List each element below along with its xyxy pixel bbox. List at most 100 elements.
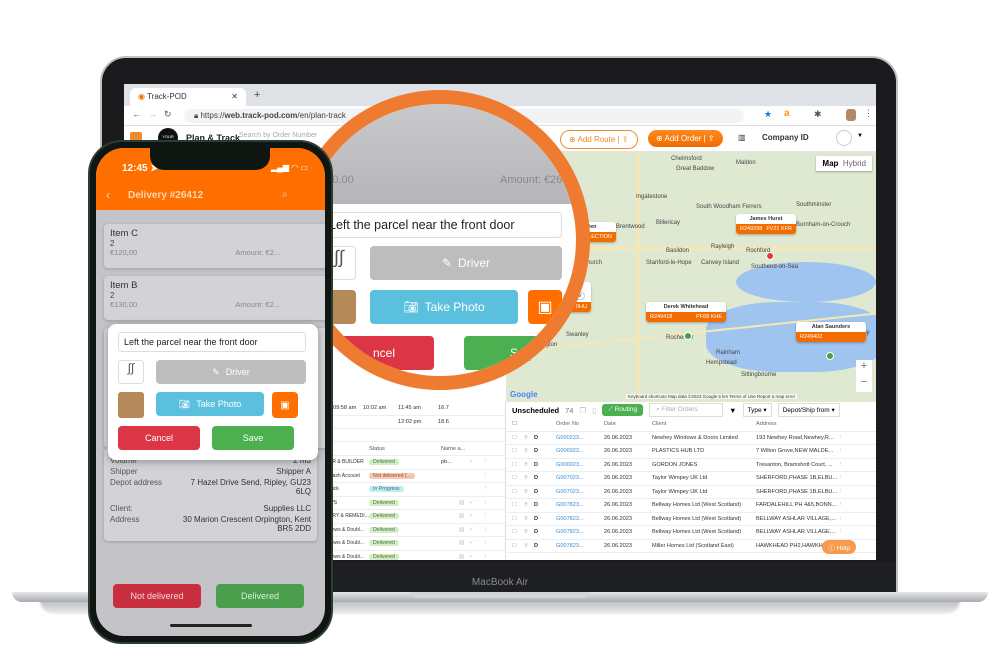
map-type-toggle[interactable]: Map Hybrid — [816, 156, 872, 171]
select-all-checkbox[interactable]: ☐ — [506, 421, 556, 427]
image-icon[interactable]: ▨ — [459, 513, 469, 519]
order-number-link[interactable]: G007823... — [556, 516, 604, 522]
close-tab-icon[interactable]: ✕ — [231, 92, 238, 101]
signature-thumb[interactable]: ∫∫ — [118, 360, 144, 384]
signature-icon[interactable]: ✓ — [469, 540, 483, 546]
copy-icon[interactable]: ❐ — [579, 406, 586, 415]
row-checkbox[interactable]: ☐ — [506, 489, 524, 495]
row-menu-icon[interactable]: ⋮ — [838, 462, 844, 468]
new-tab-button[interactable]: + — [254, 89, 260, 101]
image-icon[interactable]: ▨ — [459, 500, 469, 506]
delivered-button[interactable]: Delivered — [216, 584, 304, 608]
save-button[interactable]: Save — [212, 426, 294, 450]
mag-note-input[interactable]: Left the parcel near the front door — [322, 212, 562, 238]
row-checkbox[interactable]: ☐ — [506, 529, 524, 535]
column-order-no[interactable]: Order No — [556, 421, 604, 427]
map-type-map[interactable]: Map — [822, 159, 838, 168]
drag-handle-icon[interactable]: ⠿ — [524, 475, 534, 481]
image-icon[interactable]: ▨ — [459, 527, 469, 533]
signature-icon[interactable]: ✓ — [469, 554, 483, 560]
table-row[interactable]: WS Delivered ▨ ✓ ⋮ — [329, 497, 505, 510]
row-menu-icon[interactable]: ⋮ — [483, 486, 489, 492]
table-row[interactable]: ER & BUILDER Delivered pb... ✓ ⋮ — [329, 456, 505, 470]
driver-callout[interactable]: James Hurst R249398 FV21 KFR — [736, 214, 796, 234]
drag-handle-icon[interactable]: ⠿ — [524, 462, 534, 468]
table-row[interactable]: dows & Doubl... Delivered ▨ ✓ ⋮ — [329, 537, 505, 551]
back-icon[interactable]: ← — [132, 109, 141, 119]
upload-icon[interactable]: ⇪ — [708, 134, 715, 143]
map-type-hybrid[interactable]: Hybrid — [843, 159, 866, 168]
table-row[interactable]: ☐ ⠿ D G007823... 26.06.2023 Bellway Homes Ltd… — [506, 499, 876, 513]
drag-handle-icon[interactable]: ⠿ — [524, 529, 534, 535]
row-checkbox[interactable]: ☐ — [506, 543, 524, 549]
photo-thumb[interactable] — [118, 392, 144, 418]
table-row[interactable]: dows & Doubl... Delivered ▨ ✓ ⋮ — [329, 524, 505, 537]
signature-icon[interactable]: ✓ — [469, 500, 483, 506]
row-menu-icon[interactable]: ⋮ — [838, 516, 844, 522]
browser-menu-icon[interactable]: ⋮ — [864, 108, 873, 119]
table-row[interactable]: ☐ ⠿ D G007823... 26.06.2023 Bellway Homes Ltd… — [506, 526, 876, 540]
order-number-link[interactable]: G007023... — [556, 475, 604, 481]
cancel-button[interactable]: Cancel — [118, 426, 200, 450]
row-menu-icon[interactable]: ⋮ — [483, 459, 489, 465]
row-menu-icon[interactable]: ⋮ — [838, 489, 844, 495]
order-number-link[interactable]: G007823... — [556, 529, 604, 535]
add-image-button[interactable]: ▣ — [272, 392, 298, 418]
image-icon[interactable]: ▨ — [459, 554, 469, 560]
row-menu-icon[interactable]: ⋮ — [838, 475, 844, 481]
table-row[interactable]: ☐ ⠿ D G006923... 26.06.2023 PLASTICS HUB LTD 7… — [506, 445, 876, 459]
item-card[interactable]: Item C 2 €120,00 Amount: €2... — [104, 224, 325, 268]
user-avatar[interactable] — [836, 130, 852, 146]
drag-handle-icon[interactable]: ⠿ — [524, 516, 534, 522]
table-row[interactable]: ☐ ⠿ D G007823... 26.06.2023 Bellway Homes Ltd… — [506, 513, 876, 526]
table-row[interactable]: dows & Doubl... Delivered ▨ ✓ ⋮ — [329, 551, 505, 561]
order-number-link[interactable]: G006923... — [556, 448, 604, 454]
table-row[interactable]: ☐ ⠿ D G007023... 26.06.2023 Taylor Wimpey UK … — [506, 486, 876, 499]
order-number-link[interactable]: G006923... — [556, 462, 604, 468]
zoom-out-button[interactable]: − — [856, 376, 872, 392]
reload-icon[interactable]: ↻ — [164, 109, 172, 120]
order-number-link[interactable]: G000223... — [556, 435, 604, 441]
table-row[interactable]: ☐ ⠿ D G006923... 26.06.2023 GORDON JONES Tresa… — [506, 459, 876, 472]
drag-handle-icon[interactable]: ⠿ — [524, 448, 534, 454]
row-checkbox[interactable]: ☐ — [506, 462, 524, 468]
row-menu-icon[interactable]: ⋮ — [838, 529, 844, 535]
signature-icon[interactable]: ✓ — [469, 513, 483, 519]
extension-a-icon[interactable]: a — [784, 108, 790, 119]
row-menu-icon[interactable]: ⋮ — [838, 435, 844, 441]
driver-callout[interactable]: Derek Whitehead R249418 PF68 KHE — [646, 302, 726, 322]
row-checkbox[interactable]: ☐ — [506, 502, 524, 508]
drag-handle-icon[interactable]: ⠿ — [524, 435, 534, 441]
driver-callout[interactable]: Alan Saunders R249402 — [796, 322, 866, 342]
row-menu-icon[interactable]: ⋮ — [483, 527, 489, 533]
mag-cancel-button[interactable]: ncel — [334, 336, 434, 370]
filter-icon[interactable]: ▼ — [729, 406, 736, 415]
column-client[interactable]: Client — [652, 421, 756, 427]
depot-dropdown[interactable]: Depot/Ship from ▾ — [777, 403, 840, 417]
order-number-link[interactable]: G007023... — [556, 489, 604, 495]
row-menu-icon[interactable]: ⋮ — [483, 473, 489, 479]
row-menu-icon[interactable]: ⋮ — [483, 513, 489, 519]
driver-button[interactable]: ✎ Driver — [156, 360, 306, 384]
type-dropdown[interactable]: Type ▾ — [742, 403, 772, 417]
delete-icon[interactable]: ▯ — [592, 406, 596, 415]
mag-add-image-button[interactable]: ▣ — [528, 290, 562, 324]
browser-tab[interactable]: ◉ Track-POD ✕ — [130, 88, 246, 106]
column-name[interactable]: Name a... — [441, 446, 465, 452]
drag-handle-icon[interactable]: ⠿ — [524, 543, 534, 549]
routing-button[interactable]: ⟋ Routing — [602, 404, 644, 416]
column-date[interactable]: Date — [604, 421, 652, 427]
chevron-down-icon[interactable]: ▼ — [857, 133, 863, 139]
row-menu-icon[interactable]: ⋮ — [483, 554, 489, 560]
columns-icon[interactable]: ▥ — [738, 133, 746, 142]
signature-icon[interactable]: ✓ — [469, 527, 483, 533]
mag-driver-button[interactable]: ✎ Driver — [370, 246, 562, 280]
row-menu-icon[interactable]: ⋮ — [838, 502, 844, 508]
row-checkbox[interactable]: ☐ — [506, 435, 524, 441]
take-photo-button[interactable]: 📷︎ Take Photo — [156, 392, 264, 416]
drag-handle-icon[interactable]: ⠿ — [524, 489, 534, 495]
table-row[interactable]: wick In Progress ⋮ — [329, 483, 505, 497]
mag-save-button[interactable]: S — [464, 336, 564, 370]
driver-pin[interactable] — [766, 252, 774, 260]
row-menu-icon[interactable]: ⋮ — [483, 500, 489, 506]
